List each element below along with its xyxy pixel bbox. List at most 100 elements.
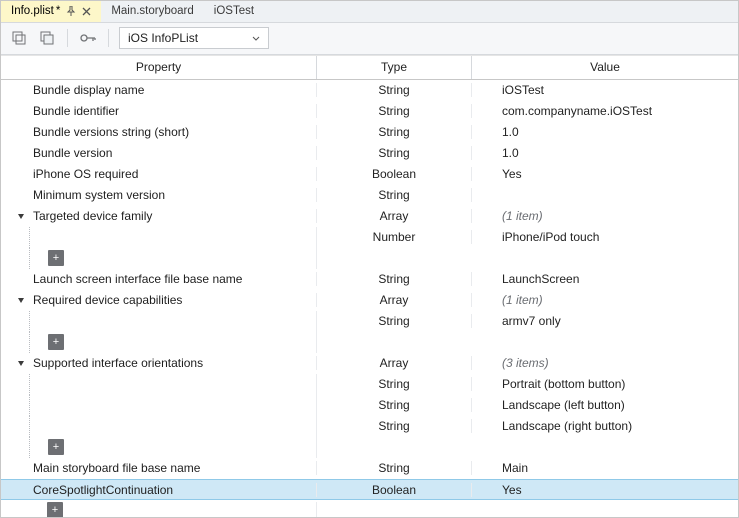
add-item-button[interactable] [48, 439, 64, 455]
value-cell[interactable]: 1.0 [472, 125, 738, 139]
close-icon[interactable] [82, 7, 91, 16]
property-name: CoreSpotlightContinuation [33, 483, 173, 497]
type-cell: String [317, 314, 472, 328]
row-expander[interactable] [15, 212, 27, 221]
plist-row[interactable]: Targeted device familyArray(1 item) [1, 206, 738, 227]
key-icon[interactable] [78, 28, 98, 48]
type-cell: Boolean [317, 483, 472, 497]
value-cell[interactable]: armv7 only [472, 314, 738, 328]
value-cell[interactable]: com.companyname.iOSTest [472, 104, 738, 118]
value-cell[interactable]: Yes [472, 167, 738, 181]
value-cell[interactable]: LaunchScreen [472, 272, 738, 286]
plist-row[interactable]: Bundle versions string (short) String1.0 [1, 122, 738, 143]
tab-label: iOSTest [214, 5, 254, 17]
tree-guide [29, 395, 30, 416]
plist-row[interactable]: Bundle display name StringiOSTest [1, 80, 738, 101]
toolbar-separator [67, 29, 68, 47]
plist-row[interactable]: Bundle identifierStringcom.companyname.i… [1, 101, 738, 122]
add-row-button-row[interactable] [1, 500, 738, 517]
property-name: Bundle display name [33, 83, 144, 97]
plist-row[interactable]: Main storyboard file base name StringMain [1, 458, 738, 479]
plist-row[interactable]: StringLandscape (right button) [1, 416, 738, 437]
chevron-down-icon [252, 31, 260, 45]
tree-guide [29, 416, 30, 437]
toolbar-separator [108, 29, 109, 47]
property-name: Minimum system version [33, 188, 165, 202]
value-cell[interactable]: (1 item) [472, 209, 738, 223]
plist-toolbar: iOS InfoPList [1, 23, 738, 55]
type-cell: Number [317, 230, 472, 244]
row-expander[interactable] [15, 296, 27, 305]
plist-row[interactable]: NumberiPhone/iPod touch [1, 227, 738, 248]
tree-guide [29, 248, 30, 269]
dropdown-selected-label: iOS InfoPList [128, 31, 198, 45]
type-cell: String [317, 377, 472, 391]
property-name: Bundle version [33, 146, 112, 160]
add-item-button[interactable] [48, 334, 64, 350]
value-cell[interactable]: iOSTest [472, 83, 738, 97]
plist-row[interactable]: iPhone OS required BooleanYes [1, 164, 738, 185]
plist-row[interactable]: Required device capabilities Array(1 item… [1, 290, 738, 311]
column-header-property[interactable]: Property [1, 56, 317, 80]
value-cell[interactable]: Portrait (bottom button) [472, 377, 738, 391]
type-cell: String [317, 398, 472, 412]
value-cell[interactable]: Main [472, 461, 738, 475]
type-cell: String [317, 125, 472, 139]
tree-guide [29, 374, 30, 395]
property-name: Required device capabilities [33, 293, 182, 307]
type-cell: Array [317, 356, 472, 370]
editor-root: Info.plist* Main.storyboard iOSTest [0, 0, 739, 518]
grid-body: Bundle display nameStringiOSTestBundle i… [1, 80, 738, 517]
type-cell: Array [317, 209, 472, 223]
add-row-button-row[interactable] [1, 248, 738, 269]
add-item-button[interactable] [48, 250, 64, 266]
row-expander[interactable] [15, 359, 27, 368]
expand-all-button[interactable] [9, 28, 29, 48]
tab-main-storyboard[interactable]: Main.storyboard [101, 1, 203, 22]
value-cell[interactable]: (3 items) [472, 356, 738, 370]
plist-row[interactable]: Bundle version String1.0 [1, 143, 738, 164]
tab-info-plist[interactable]: Info.plist* [1, 1, 101, 22]
value-cell[interactable]: Landscape (left button) [472, 398, 738, 412]
property-name: Bundle identifier [33, 104, 119, 118]
grid-header: Property Type Value [1, 55, 738, 81]
plist-row[interactable]: StringPortrait (bottom button) [1, 374, 738, 395]
plist-row[interactable]: CoreSpotlightContinuation BooleanYes [1, 479, 738, 500]
plist-row[interactable]: Launch screen interface file base nameSt… [1, 269, 738, 290]
type-cell: Boolean [317, 167, 472, 181]
type-cell: String [317, 461, 472, 475]
type-cell: String [317, 146, 472, 160]
document-tab-strip: Info.plist* Main.storyboard iOSTest [1, 1, 738, 23]
value-cell[interactable]: 1.0 [472, 146, 738, 160]
pin-icon[interactable] [66, 6, 76, 16]
tree-guide [29, 227, 30, 248]
collapse-all-button[interactable] [37, 28, 57, 48]
value-cell[interactable]: (1 item) [472, 293, 738, 307]
column-header-value[interactable]: Value [472, 56, 738, 80]
tree-guide [29, 437, 30, 458]
value-cell[interactable]: Yes [472, 483, 738, 497]
plist-row[interactable]: Stringarmv7 only [1, 311, 738, 332]
add-item-button[interactable] [47, 502, 63, 517]
schema-dropdown[interactable]: iOS InfoPList [119, 27, 269, 49]
add-row-button-row[interactable] [1, 437, 738, 458]
type-cell: String [317, 188, 472, 202]
add-row-button-row[interactable] [1, 332, 738, 353]
type-cell: String [317, 83, 472, 97]
value-cell[interactable]: Landscape (right button) [472, 419, 738, 433]
tab-iostest[interactable]: iOSTest [204, 1, 264, 22]
type-cell: String [317, 419, 472, 433]
plist-row[interactable]: StringLandscape (left button) [1, 395, 738, 416]
property-name: iPhone OS required [33, 167, 138, 181]
tab-label: Main.storyboard [111, 5, 193, 17]
value-cell[interactable]: iPhone/iPod touch [472, 230, 738, 244]
type-cell: Array [317, 293, 472, 307]
type-cell: String [317, 272, 472, 286]
property-name: Bundle versions string (short) [33, 125, 189, 139]
plist-row[interactable]: Minimum system version String [1, 185, 738, 206]
dirty-indicator: * [56, 5, 60, 17]
tab-label: Info.plist [11, 5, 54, 17]
plist-row[interactable]: Supported interface orientationsArray(3 … [1, 353, 738, 374]
column-header-type[interactable]: Type [317, 56, 472, 80]
property-name: Main storyboard file base name [33, 461, 200, 475]
